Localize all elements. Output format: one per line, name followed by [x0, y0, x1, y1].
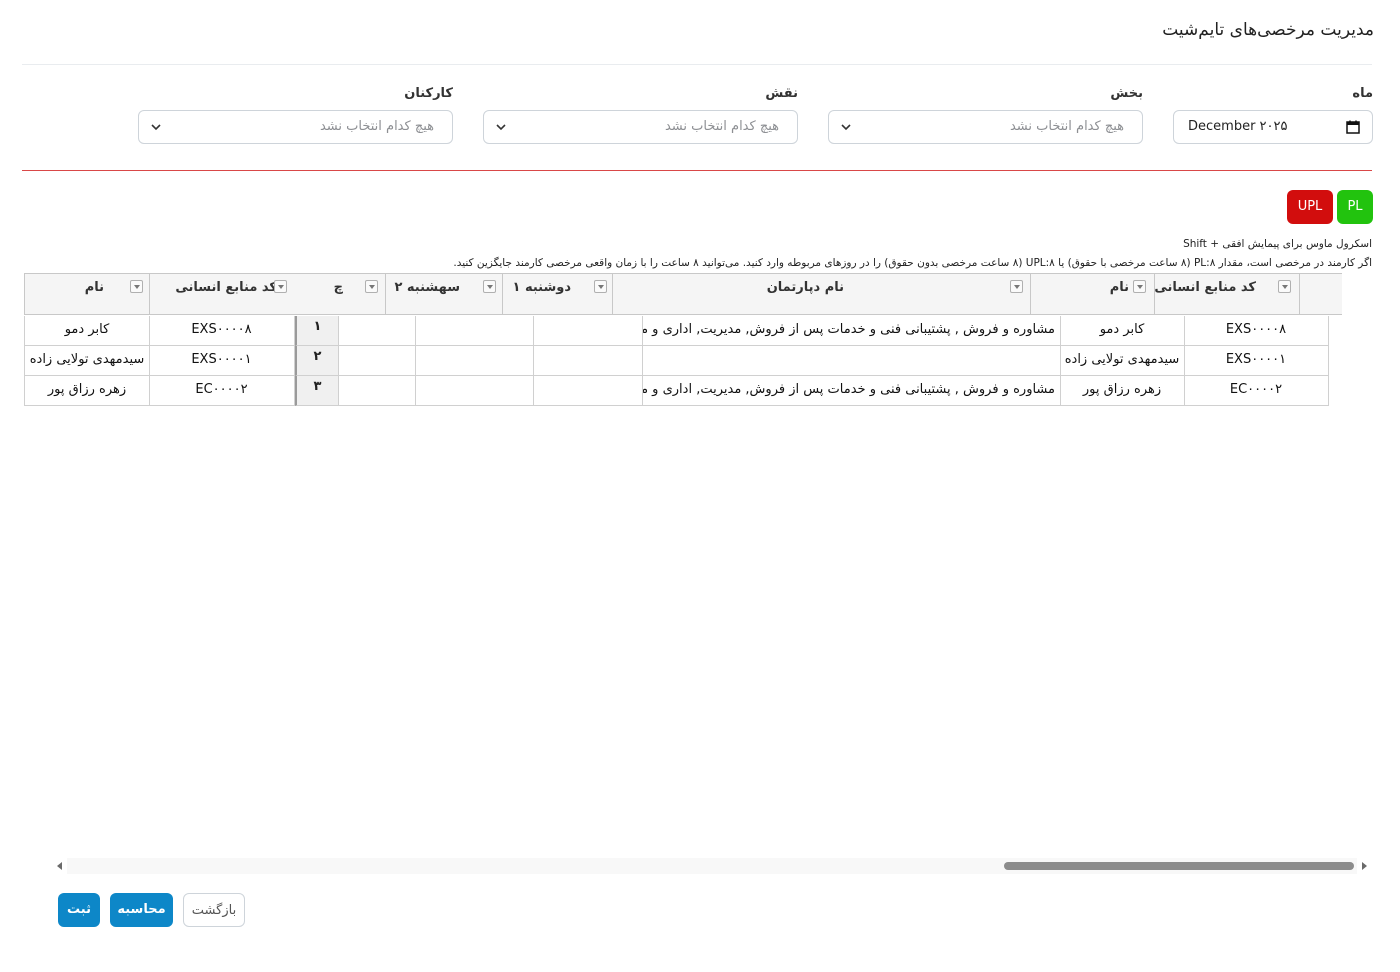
scrollbar-thumb[interactable] [1004, 862, 1354, 870]
header-name-frozen: نام [24, 273, 150, 315]
cell-tuesday-2[interactable] [415, 316, 534, 346]
header-hr-code-frozen: کد منابع انسانی [149, 273, 295, 315]
header-partial-day-label: چ [333, 280, 343, 295]
section-label: بخش [1110, 86, 1143, 101]
cell-name-frozen[interactable]: کابر دمو [24, 316, 150, 346]
cell-tuesday-2[interactable] [415, 346, 534, 376]
filter-icon[interactable] [483, 280, 496, 293]
row-number: ۱ [295, 316, 339, 346]
cell-hr-code[interactable]: EXS۰۰۰۰۸ [1184, 316, 1329, 346]
month-date-input[interactable]: December ۲۰۲۵ [1173, 110, 1373, 144]
row-number: ۳ [295, 376, 339, 406]
chevron-down-icon [151, 124, 161, 131]
cell-hr-code[interactable]: EC۰۰۰۰۲ [1184, 376, 1329, 406]
cell-monday-1[interactable] [533, 316, 643, 346]
section-select[interactable]: هیچ کدام انتخاب نشد [828, 110, 1143, 144]
filter-icon[interactable] [365, 280, 378, 293]
cell-name[interactable]: کابر دمو [1060, 316, 1185, 346]
header-hr-code-frozen-label: کد منابع انسانی [175, 280, 277, 295]
header-tuesday-2-label: سهشنبه ۲ [394, 280, 460, 295]
save-button[interactable]: ثبت [58, 893, 100, 927]
header-name-frozen-label: نام [84, 280, 104, 295]
calculate-button[interactable]: محاسبه [110, 893, 173, 927]
header-hr-code-label: کد منابع انسانی [1154, 280, 1256, 295]
horizontal-scrollbar[interactable] [57, 858, 1367, 874]
leave-instructions: اگر کارمند در مرخصی است، مقدار PL:۸ (۸ س… [453, 257, 1372, 269]
cell-name[interactable]: زهره رزاق پور [1060, 376, 1185, 406]
filter-icon[interactable] [274, 280, 287, 293]
cell-department[interactable]: مشاوره و فروش , پشتیبانی فنی و خدمات پس … [642, 316, 1061, 346]
header-monday-1: دوشنبه ۱ [502, 273, 613, 315]
cell-partial-day[interactable] [339, 376, 416, 406]
scroll-hint: Shift + اسکرول ماوس برای پیمایش افقی [1183, 238, 1372, 250]
role-label: نقش [765, 86, 798, 101]
title-divider [22, 64, 1372, 65]
row-number: ۲ [295, 346, 339, 376]
month-value: December ۲۰۲۵ [1188, 119, 1288, 134]
header-monday-1-label: دوشنبه ۱ [512, 280, 572, 295]
cell-hr-code[interactable]: EXS۰۰۰۰۱ [1184, 346, 1329, 376]
cell-hr-code-frozen[interactable]: EXS۰۰۰۰۸ [149, 316, 295, 346]
role-placeholder: هیچ کدام انتخاب نشد [664, 119, 779, 134]
filter-icon[interactable] [1278, 280, 1291, 293]
calendar-icon[interactable] [1346, 120, 1360, 134]
header-partial-day: چ [295, 273, 386, 315]
role-select[interactable]: هیچ کدام انتخاب نشد [483, 110, 798, 144]
cell-monday-1[interactable] [533, 376, 643, 406]
cell-hr-code-frozen[interactable]: EXS۰۰۰۰۱ [149, 346, 295, 376]
header-tuesday-2: سهشنبه ۲ [385, 273, 503, 315]
filter-icon[interactable] [1133, 280, 1146, 293]
cell-hr-code-frozen[interactable]: EC۰۰۰۰۲ [149, 376, 295, 406]
header-name: نام [1030, 273, 1155, 315]
staff-placeholder: هیچ کدام انتخاب نشد [319, 119, 434, 134]
header-row-number [1299, 273, 1342, 315]
cell-department[interactable]: مشاوره و فروش , پشتیبانی فنی و خدمات پس … [642, 376, 1061, 406]
header-name-label: نام [1109, 280, 1129, 295]
filter-icon[interactable] [594, 280, 607, 293]
chevron-down-icon [496, 124, 506, 131]
cell-partial-day[interactable] [339, 316, 416, 346]
section-divider [22, 170, 1372, 171]
header-department: نام دپارتمان [612, 273, 1031, 315]
filter-icon[interactable] [1010, 280, 1023, 293]
cell-tuesday-2[interactable] [415, 376, 534, 406]
cell-department[interactable] [642, 346, 1061, 376]
section-placeholder: هیچ کدام انتخاب نشد [1009, 119, 1124, 134]
scroll-right-icon[interactable] [1362, 862, 1367, 870]
cell-name[interactable]: سیدمهدی تولایی زاده [1060, 346, 1185, 376]
header-department-label: نام دپارتمان [766, 280, 844, 295]
pl-badge[interactable]: PL [1337, 190, 1373, 224]
cell-name-frozen[interactable]: زهره رزاق پور [24, 376, 150, 406]
filter-icon[interactable] [130, 280, 143, 293]
month-label: ماه [1352, 86, 1373, 101]
back-button[interactable]: بازگشت [183, 893, 245, 927]
upl-badge[interactable]: UPL [1287, 190, 1333, 224]
staff-select[interactable]: هیچ کدام انتخاب نشد [138, 110, 453, 144]
scroll-left-icon[interactable] [57, 862, 62, 870]
chevron-down-icon [841, 124, 851, 131]
header-hr-code: کد منابع انسانی [1154, 273, 1300, 315]
cell-name-frozen[interactable]: سیدمهدی تولایی زاده [24, 346, 150, 376]
page-title: مدیریت مرخصی‌های تایم‌شیت [1162, 20, 1374, 40]
leave-grid: کد منابع انسانی نام نام دپارتمان دوشنبه … [24, 273, 1344, 407]
cell-partial-day[interactable] [339, 346, 416, 376]
staff-label: کارکنان [404, 86, 453, 101]
cell-monday-1[interactable] [533, 346, 643, 376]
